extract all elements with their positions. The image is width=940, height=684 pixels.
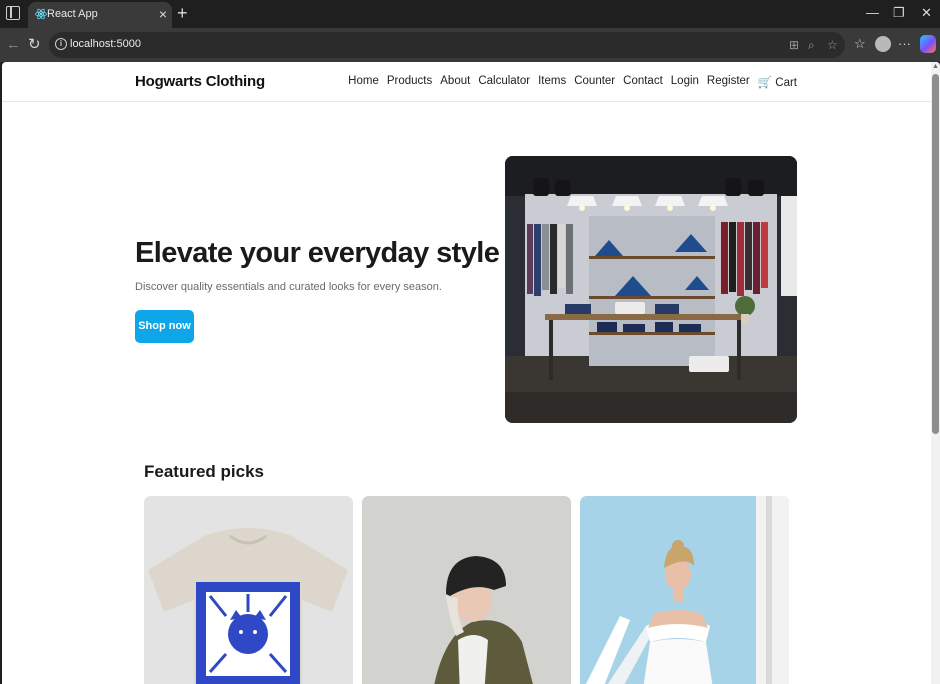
hero-store-image xyxy=(505,156,797,423)
nav-counter[interactable]: Counter xyxy=(574,75,615,89)
brand-logo[interactable]: Hogwarts Clothing xyxy=(135,73,265,90)
page-viewport: Hogwarts Clothing Home Products About Ca… xyxy=(2,62,940,684)
nav-calculator[interactable]: Calculator xyxy=(478,75,530,89)
tab-close-icon[interactable]: × xyxy=(159,6,167,22)
new-tab-button[interactable]: + xyxy=(177,3,188,23)
address-bar[interactable]: i localhost:5000 ⊞ ⌕ ☆ xyxy=(49,32,845,58)
zoom-icon[interactable]: ⌕ xyxy=(808,37,815,53)
hero-title: Elevate your everyday style xyxy=(135,237,500,269)
browser-tab[interactable]: React App × xyxy=(28,2,172,28)
nav-contact[interactable]: Contact xyxy=(623,75,663,89)
more-menu-icon[interactable]: ··· xyxy=(898,36,911,52)
nav-cart[interactable]: 🛒 Cart xyxy=(758,75,797,89)
shop-now-button[interactable]: Shop now xyxy=(135,310,194,343)
browser-tabbar: React App × + — ❐ ✕ xyxy=(0,0,940,28)
site-info-icon[interactable]: i xyxy=(55,38,67,50)
white-dress-model-image xyxy=(580,496,789,684)
nav-home[interactable]: Home xyxy=(348,75,379,89)
nav-about[interactable]: About xyxy=(440,75,470,89)
site-navbar: Hogwarts Clothing Home Products About Ca… xyxy=(2,62,931,102)
nav-register[interactable]: Register xyxy=(707,75,750,89)
scroll-up-icon[interactable]: ▲ xyxy=(932,63,939,70)
product-card[interactable] xyxy=(580,496,789,684)
url-text[interactable]: localhost:5000 xyxy=(70,38,141,50)
beanie-model-image xyxy=(362,496,571,684)
close-window-button[interactable]: ✕ xyxy=(921,5,932,21)
tab-actions-icon[interactable] xyxy=(6,6,20,20)
nav-links: Home Products About Calculator Items Cou… xyxy=(348,75,797,89)
scrollbar-thumb[interactable] xyxy=(932,74,939,434)
tab-title: React App xyxy=(47,8,98,20)
minimize-button[interactable]: — xyxy=(866,5,879,21)
featured-title: Featured picks xyxy=(144,462,264,481)
copilot-icon[interactable] xyxy=(920,35,936,53)
nav-login[interactable]: Login xyxy=(671,75,699,89)
store-interior-illustration xyxy=(505,156,797,423)
browser-toolbar: ← ↻ i localhost:5000 ⊞ ⌕ ☆ ☆ ··· xyxy=(0,28,940,62)
back-arrow-icon[interactable]: ← xyxy=(6,36,21,54)
hero-subtitle: Discover quality essentials and curated … xyxy=(135,281,442,293)
nav-products[interactable]: Products xyxy=(387,75,432,89)
restore-button[interactable]: ❐ xyxy=(893,5,905,21)
profile-avatar[interactable] xyxy=(875,36,891,52)
react-favicon-icon xyxy=(35,8,47,20)
product-card[interactable] xyxy=(144,496,353,684)
tshirt-product-image xyxy=(144,496,353,684)
reload-icon[interactable]: ↻ xyxy=(28,36,41,54)
favorites-icon[interactable]: ☆ xyxy=(854,36,866,52)
nav-items[interactable]: Items xyxy=(538,75,566,89)
app-available-icon[interactable]: ⊞ xyxy=(789,37,799,53)
page-scrollbar[interactable]: ▲ xyxy=(931,62,940,684)
favorite-star-icon[interactable]: ☆ xyxy=(827,37,838,53)
product-card[interactable] xyxy=(362,496,571,684)
